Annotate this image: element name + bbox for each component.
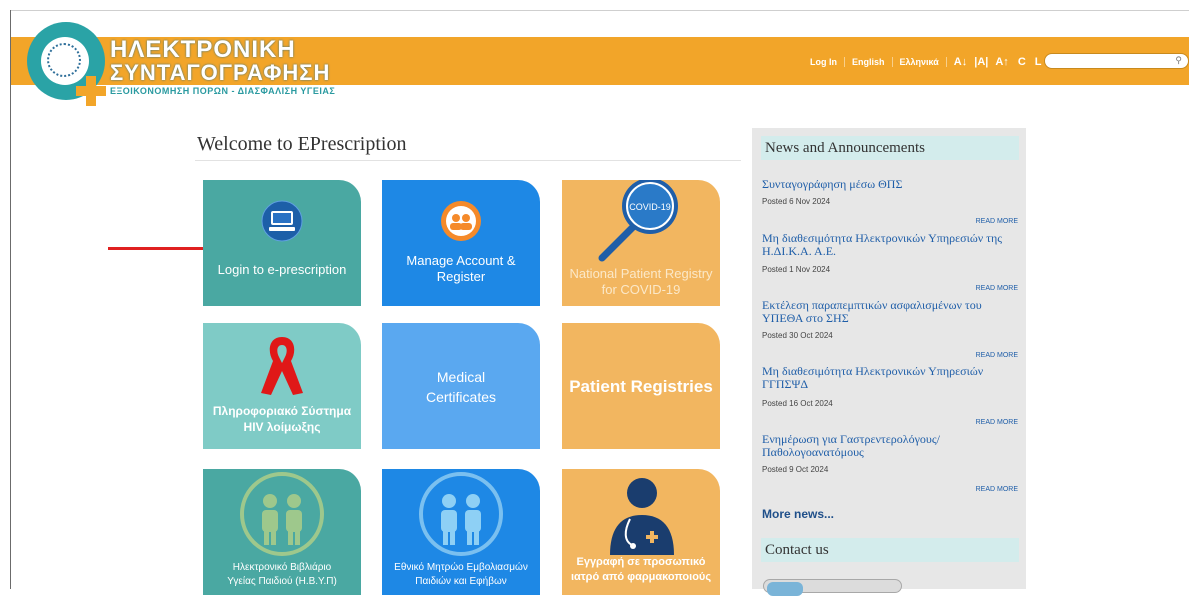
logo-dots-ring: [47, 43, 81, 77]
news-date: Posted 1 Nov 2024: [762, 265, 831, 274]
nav-separator: [945, 57, 947, 67]
tile-label: Ηλεκτρονικό Βιβλιάριο Υγείας Παιδιού (Η.…: [227, 562, 337, 587]
search-box[interactable]: ⚲: [1044, 53, 1189, 71]
font-increase-button[interactable]: A↑: [995, 56, 1008, 68]
covid-badge-text: COVID-19: [629, 202, 671, 212]
tile-personal-doctor-registration[interactable]: Εγγραφή σε προσωπικό ιατρό από φαρμακοπο…: [562, 469, 720, 595]
monitor-icon: [261, 200, 303, 242]
news-date: Posted 9 Oct 2024: [762, 465, 829, 474]
news-heading: News and Announcements: [761, 136, 1019, 160]
tile-label: Εγγραφή σε προσωπικό ιατρό από φαρμακοπο…: [570, 556, 712, 583]
tile-label: Πληροφοριακό Σύστημα HIV λοίμωξης: [212, 404, 352, 434]
layout-button[interactable]: L: [1035, 56, 1042, 68]
news-date: Posted 30 Oct 2024: [762, 331, 833, 340]
read-more-link[interactable]: READ MORE: [960, 419, 1018, 426]
read-more-link[interactable]: READ MORE: [960, 285, 1018, 292]
page-title: Welcome to EPrescription: [197, 133, 407, 155]
logo-plus-icon-bar: [76, 86, 106, 96]
tile-label: National Patient Registry for COVID-19: [569, 266, 713, 297]
top-navigation: Log In English Ελληνικά A↓ |A| A↑ C L: [810, 55, 1042, 69]
logo-tagline: ΕΞΟΙΚΟΝΟΜΗΣΗ ΠΟΡΩΝ - ΔΙΑΣΦΑΛΙΣΗ ΥΓΕΙΑΣ: [110, 86, 336, 96]
news-date: Posted 6 Nov 2024: [762, 197, 831, 206]
english-link[interactable]: English: [852, 57, 885, 67]
font-decrease-button[interactable]: A↓: [954, 56, 967, 68]
tile-label: Login to e-prescription: [217, 262, 347, 277]
covid-magnifier-icon: COVID-19: [598, 180, 678, 262]
contact-heading: Contact us: [761, 538, 1019, 562]
tile-medical-certificates[interactable]: Medical Certificates: [382, 323, 540, 449]
red-ribbon-icon: [261, 337, 303, 395]
contact-icon: [767, 582, 803, 596]
logo-title-line2[interactable]: ΣΥΝΤΑΓΟΓΡΑΦΗΣΗ: [110, 60, 330, 86]
news-title-link[interactable]: Μη διαθεσιμότητα Ηλεκτρονικών Υπηρεσιών …: [762, 232, 1012, 258]
children-icon: [419, 472, 503, 556]
doctor-icon: [610, 478, 674, 555]
news-title-link[interactable]: Ενημέρωση για Γαστρεντερολόγους/ Παθολογ…: [762, 433, 1012, 459]
tile-manage-account[interactable]: Manage Account & Register: [382, 180, 540, 306]
nav-separator: [891, 57, 893, 67]
search-icon[interactable]: ⚲: [1175, 55, 1182, 66]
read-more-link[interactable]: READ MORE: [960, 218, 1018, 225]
search-input[interactable]: [1053, 57, 1171, 71]
contrast-button[interactable]: C: [1018, 56, 1026, 68]
news-title-link[interactable]: Συνταγογράφηση μέσω ΘΠΣ: [762, 178, 1012, 191]
greek-link[interactable]: Ελληνικά: [900, 57, 939, 67]
window-border-top: [10, 10, 1189, 11]
more-news-link[interactable]: More news...: [762, 507, 834, 521]
tile-hiv-system[interactable]: Πληροφοριακό Σύστημα HIV λοίμωξης: [203, 323, 361, 449]
tile-patient-registries[interactable]: Patient Registries: [562, 323, 720, 449]
login-link[interactable]: Log In: [810, 57, 837, 67]
tile-label: Medical Certificates: [425, 369, 497, 405]
news-date: Posted 16 Oct 2024: [762, 399, 833, 408]
news-title-link[interactable]: Μη διαθεσιμότητα Ηλεκτρονικών Υπηρεσιών …: [762, 365, 1012, 391]
title-divider: [195, 160, 741, 161]
tile-label: Manage Account & Register: [406, 253, 516, 284]
read-more-link[interactable]: READ MORE: [960, 352, 1018, 359]
tile-login-eprescription[interactable]: Login to e-prescription: [203, 180, 361, 306]
tile-child-health-booklet[interactable]: Ηλεκτρονικό Βιβλιάριο Υγείας Παιδιού (Η.…: [203, 469, 361, 595]
tile-covid-registry[interactable]: COVID-19 National Patient Registry for C…: [562, 180, 720, 306]
tile-label: Patient Registries: [569, 377, 713, 396]
children-icon: [240, 472, 324, 556]
tile-label: Εθνικό Μητρώο Εμβολιασμών Παιδιών και Εφ…: [394, 562, 528, 587]
tile-vaccination-registry[interactable]: Εθνικό Μητρώο Εμβολιασμών Παιδιών και Εφ…: [382, 469, 540, 595]
read-more-link[interactable]: READ MORE: [960, 486, 1018, 493]
contact-button[interactable]: [763, 579, 902, 596]
nav-separator: [844, 57, 845, 67]
account-icon: [441, 201, 481, 241]
news-title-link[interactable]: Εκτέλεση παραπεμπτικών ασφαλισμένων του …: [762, 299, 1012, 325]
window-border-left: [10, 10, 11, 589]
font-reset-button[interactable]: |A|: [974, 56, 988, 68]
